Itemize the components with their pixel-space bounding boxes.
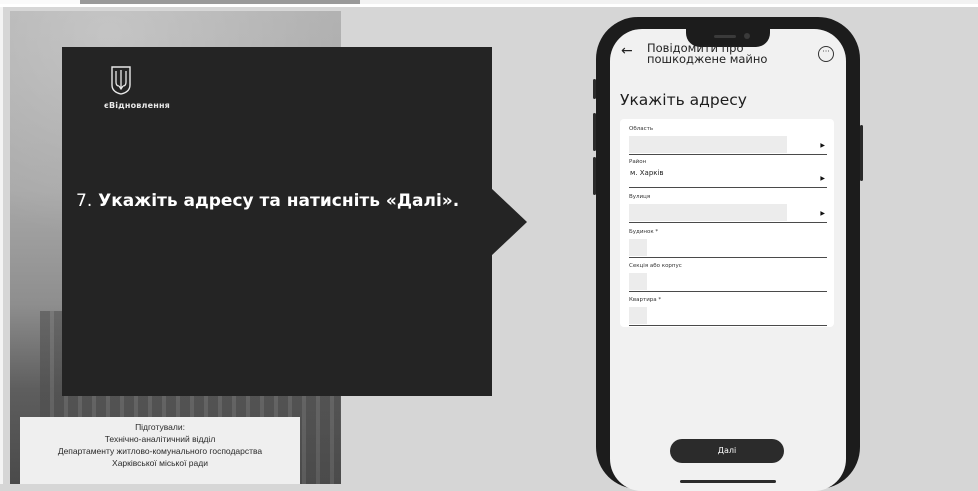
building-input[interactable] — [629, 237, 827, 258]
credits-line: Харківської міської ради — [112, 458, 208, 468]
field-label: Область — [629, 126, 654, 132]
brand-name: єВідновлення — [104, 101, 171, 110]
trident-icon — [111, 66, 131, 95]
instruction-text: 7. Укажіть адресу та натисніть «Далі». — [76, 191, 486, 211]
instruction-callout: єВідновлення 7. Укажіть адресу та натисн… — [62, 47, 492, 396]
field-label: Секція або корпус — [629, 263, 682, 269]
power-button — [860, 125, 863, 181]
address-form: Область ▶ Район м. Харків ▶ Вулиця ▶ Буд… — [620, 119, 834, 327]
volume-up-button — [593, 113, 596, 151]
district-field[interactable]: Район м. Харків ▶ — [629, 159, 827, 188]
field-fill — [629, 239, 647, 256]
district-select[interactable]: м. Харків ▶ — [629, 167, 827, 188]
mute-switch — [593, 79, 596, 99]
next-button[interactable]: Далі — [670, 439, 784, 463]
page-heading: Укажіть адресу — [620, 91, 747, 109]
field-label: Будинок * — [629, 229, 659, 235]
brand-logo: єВідновлення — [104, 65, 194, 110]
nav-title: Повідомити про пошкоджене майно — [647, 42, 787, 66]
more-horizontal-icon[interactable]: ··· — [818, 46, 834, 62]
credits-line: Технічно-аналітичний відділ — [104, 434, 216, 444]
triangle-right-icon[interactable]: ▶ — [820, 210, 825, 217]
callout-pointer — [491, 188, 527, 256]
field-value: м. Харків — [630, 169, 664, 177]
field-fill — [629, 273, 647, 290]
apartment-input[interactable] — [629, 305, 827, 326]
field-label: Вулиця — [629, 194, 651, 200]
step-number: 7. — [76, 191, 93, 211]
step-instruction: Укажіть адресу та натисніть «Далі». — [98, 191, 460, 211]
street-select[interactable]: ▶ — [629, 202, 827, 223]
building-field[interactable]: Будинок * — [629, 229, 827, 258]
section-field[interactable]: Секція або корпус — [629, 263, 827, 292]
region-field[interactable]: Область ▶ — [629, 126, 827, 155]
credits-line: Підготували: — [135, 422, 185, 432]
strip-divider — [0, 4, 978, 7]
triangle-right-icon[interactable]: ▶ — [820, 175, 825, 182]
field-fill — [629, 307, 647, 324]
volume-down-button — [593, 157, 596, 195]
triangle-right-icon[interactable]: ▶ — [820, 142, 825, 149]
home-indicator — [680, 480, 776, 483]
field-fill — [629, 204, 787, 221]
phone-mockup: ← Повідомити про пошкоджене майно ··· Ук… — [593, 17, 863, 491]
credits-box: Підготували: Технічно-аналітичний відділ… — [20, 417, 300, 484]
region-select[interactable]: ▶ — [629, 134, 827, 155]
arrow-left-icon[interactable]: ← — [621, 43, 633, 59]
speaker-grille — [714, 35, 736, 38]
nav-title-line: пошкоджене майно — [647, 52, 768, 66]
street-field[interactable]: Вулиця ▶ — [629, 194, 827, 223]
field-label: Квартира * — [629, 297, 662, 303]
top-image-strip — [0, 0, 978, 7]
credits-line: Департаменту житлово-комунального господ… — [57, 446, 263, 456]
phone-screen: ← Повідомити про пошкоджене майно ··· Ук… — [610, 29, 846, 491]
apartment-field[interactable]: Квартира * — [629, 297, 827, 326]
section-input[interactable] — [629, 271, 827, 292]
field-fill — [629, 136, 787, 153]
front-camera — [744, 33, 750, 39]
frame-edge — [0, 7, 3, 484]
field-label: Район — [629, 159, 647, 165]
